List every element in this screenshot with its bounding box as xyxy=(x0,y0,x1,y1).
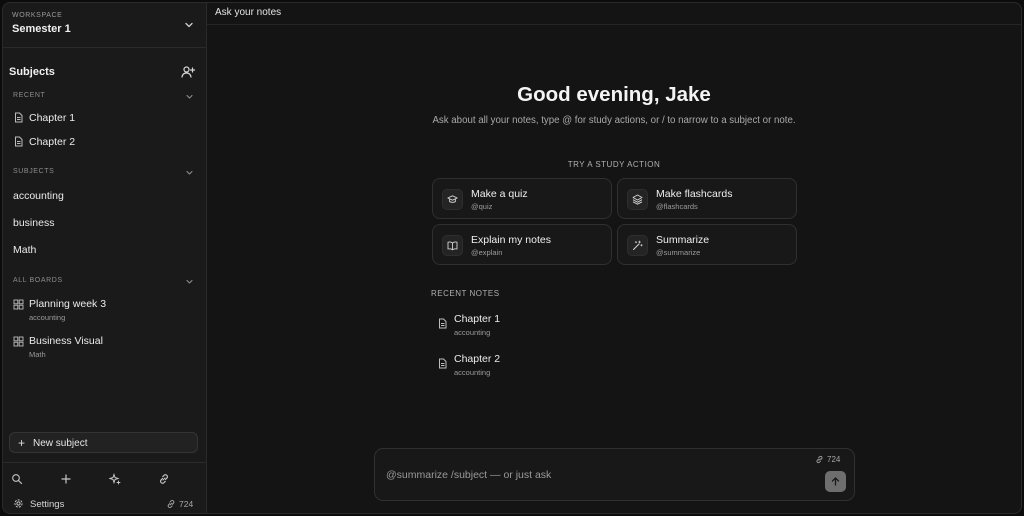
composer-link-count: 724 xyxy=(815,455,845,465)
recent-note-chapter-2[interactable]: Chapter 2 accounting xyxy=(431,351,631,385)
recent-item-label: Chapter 1 xyxy=(29,112,76,124)
board-item-subject: Math xyxy=(29,350,46,359)
note-subject: accounting xyxy=(454,368,491,377)
board-item-planning-week-3[interactable]: Planning week 3 accounting xyxy=(9,295,200,327)
link-icon[interactable] xyxy=(158,473,170,485)
plus-icon[interactable] xyxy=(60,473,72,485)
recent-item-label: Chapter 2 xyxy=(29,136,76,148)
magic-wand-icon xyxy=(627,235,648,256)
user-plus-icon[interactable] xyxy=(180,64,196,80)
subjects-heading: Subjects xyxy=(9,66,55,78)
document-icon xyxy=(15,112,23,123)
main-panel: Ask your notes Good evening, Jake Ask ab… xyxy=(207,2,1022,514)
settings-label: Settings xyxy=(30,499,65,510)
note-title: Chapter 2 xyxy=(454,353,501,365)
action-title: Make flashcards xyxy=(656,188,733,200)
action-explain-notes[interactable]: Explain my notes @explain xyxy=(432,224,612,265)
action-command: @explain xyxy=(471,248,503,257)
chevron-down-icon[interactable] xyxy=(185,92,194,101)
book-open-icon xyxy=(442,235,463,256)
chevron-down-icon[interactable] xyxy=(185,277,194,286)
graduation-cap-icon xyxy=(442,189,463,210)
document-icon xyxy=(439,318,447,329)
board-item-label: Planning week 3 xyxy=(29,298,107,310)
app-window: WORKSPACE Semester 1 Subjects RECENT Cha… xyxy=(0,0,1024,516)
action-title: Summarize xyxy=(656,234,710,246)
recent-section-label: RECENT xyxy=(13,92,46,99)
sparkle-icon[interactable] xyxy=(109,473,121,485)
document-icon xyxy=(439,358,447,369)
action-title: Make a quiz xyxy=(471,188,528,200)
document-icon xyxy=(15,136,23,147)
sidebar-footer: Settings 724 xyxy=(3,462,206,513)
note-title: Chapter 1 xyxy=(454,313,501,325)
subject-item-label: business xyxy=(13,217,55,229)
link-icon xyxy=(816,455,823,464)
subject-item-math[interactable]: Math xyxy=(9,239,200,261)
grid-icon xyxy=(13,299,24,310)
action-command: @quiz xyxy=(471,202,493,211)
workspace-name: Semester 1 xyxy=(12,23,71,35)
workspace-label: WORKSPACE xyxy=(12,12,63,19)
top-bar: Ask your notes xyxy=(207,3,1021,25)
search-icon[interactable] xyxy=(11,473,23,485)
send-button[interactable] xyxy=(825,471,846,492)
chevron-down-icon[interactable] xyxy=(185,168,194,177)
subject-item-business[interactable]: business xyxy=(9,212,200,234)
greeting-subtitle: Ask about all your notes, type @ for stu… xyxy=(432,115,796,126)
greeting-heading: Good evening, Jake xyxy=(517,83,711,106)
workspace-switcher[interactable]: WORKSPACE Semester 1 xyxy=(3,3,206,48)
recent-note-chapter-1[interactable]: Chapter 1 accounting xyxy=(431,311,631,345)
subjects-section-label: SUBJECTS xyxy=(13,168,55,175)
link-count-value: 724 xyxy=(179,499,194,509)
boards-section-label: ALL BOARDS xyxy=(13,277,63,284)
recent-item-chapter-1[interactable]: Chapter 1 xyxy=(9,107,200,129)
action-make-flashcards[interactable]: Make flashcards @flashcards xyxy=(617,178,797,219)
subject-item-accounting[interactable]: accounting xyxy=(9,185,200,207)
subject-item-label: Math xyxy=(13,244,37,256)
recent-notes-label: RECENT NOTES xyxy=(431,289,500,298)
action-summarize[interactable]: Summarize @summarize xyxy=(617,224,797,265)
link-icon xyxy=(167,500,175,508)
new-subject-label: New subject xyxy=(33,438,88,449)
recent-item-chapter-2[interactable]: Chapter 2 xyxy=(9,131,200,153)
board-item-label: Business Visual xyxy=(29,335,103,347)
ask-input[interactable] xyxy=(386,467,806,483)
subject-item-label: accounting xyxy=(13,190,64,202)
action-command: @flashcards xyxy=(656,202,698,211)
page-title: Ask your notes xyxy=(215,7,282,18)
action-command: @summarize xyxy=(656,248,701,257)
arrow-up-icon xyxy=(831,477,840,486)
gear-icon xyxy=(14,499,23,508)
chat-composer: 724 xyxy=(374,448,855,501)
action-make-quiz[interactable]: Make a quiz @quiz xyxy=(432,178,612,219)
plus-icon: + xyxy=(18,436,26,450)
note-subject: accounting xyxy=(454,328,491,337)
board-item-business-visual[interactable]: Business Visual Math xyxy=(9,332,200,364)
chevron-down-icon[interactable] xyxy=(183,19,195,31)
grid-icon xyxy=(13,336,24,347)
new-subject-button[interactable]: + New subject xyxy=(9,432,198,453)
sidebar: WORKSPACE Semester 1 Subjects RECENT Cha… xyxy=(2,2,207,514)
action-title: Explain my notes xyxy=(471,234,551,246)
board-item-subject: accounting xyxy=(29,313,66,322)
layers-icon xyxy=(627,189,648,210)
composer-link-count-value: 724 xyxy=(827,455,841,464)
study-actions-label: TRY A STUDY ACTION xyxy=(567,160,661,169)
